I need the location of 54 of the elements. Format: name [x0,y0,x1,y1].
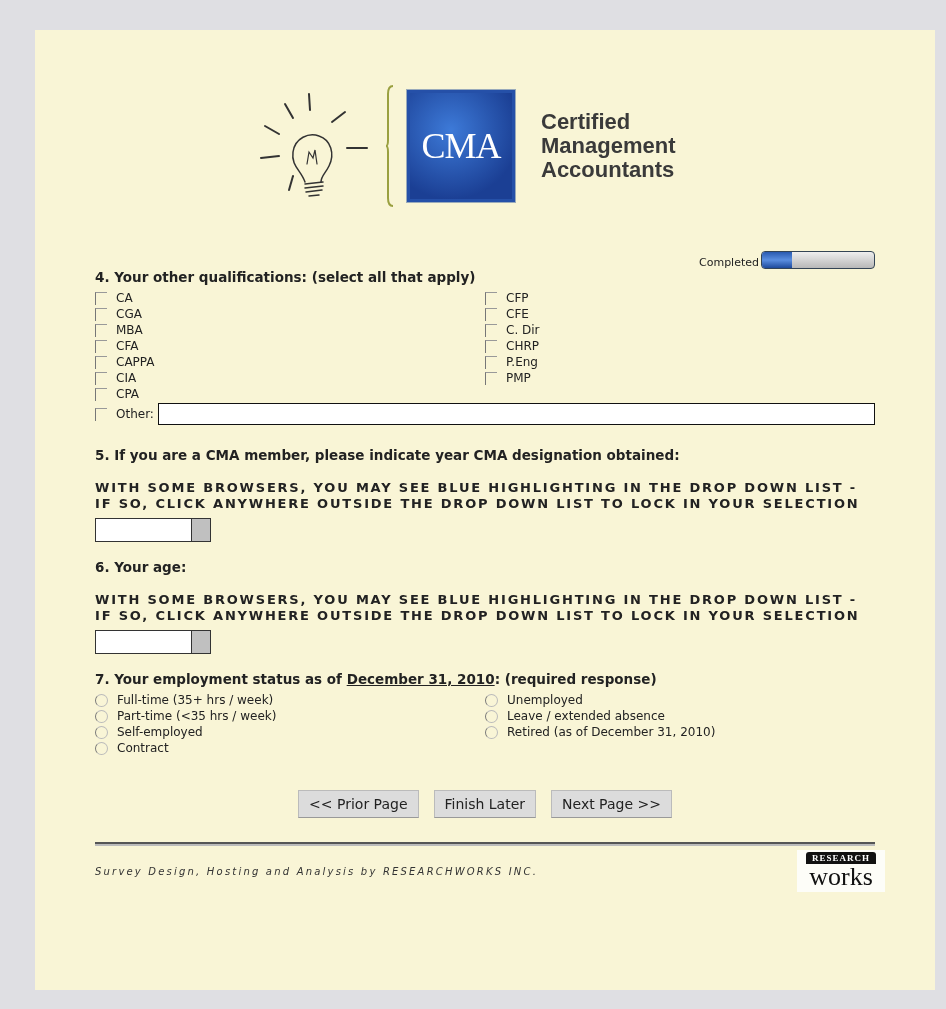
option-label: Retired (as of December 31, 2010) [507,725,716,739]
option-label: CFP [506,291,529,305]
option-label: Unemployed [507,693,583,707]
dropdown[interactable] [95,630,211,654]
instruction-text: WITH SOME BROWSERS, YOU MAY SEE BLUE HIGHLIGHTING IN THE DROP DOWN LIST - IF SO, CLICK ANYWHERE OUTSIDE THE DROP DOWN LIST TO LOCK IN YOUR SELECTION [95,480,861,512]
checkbox[interactable] [485,307,497,321]
option-label: CFE [506,307,529,321]
nav-button[interactable]: << Prior Page [298,790,419,818]
checkbox[interactable] [485,355,497,369]
checkbox[interactable] [485,339,497,353]
checkbox[interactable] [95,291,107,305]
cma-logo: CMA [407,90,515,202]
nav-button[interactable]: Next Page >> [551,790,672,818]
instruction-text: WITH SOME BROWSERS, YOU MAY SEE BLUE HIGHLIGHTING IN THE DROP DOWN LIST - IF SO, CLICK ANYWHERE OUTSIDE THE DROP DOWN LIST TO LOCK IN YOUR SELECTION [95,592,861,624]
option-label: Contract [117,741,169,755]
option-label: CIA [116,371,137,385]
option-label: C. Dir [506,323,540,337]
option-label: CAPPA [116,355,155,369]
logo-text: Management [541,134,676,158]
option-label: PMP [506,371,531,385]
option-label: CFA [116,339,139,353]
option-label: CHRP [506,339,539,353]
question-title: 4. Your other qualifications: (select all that apply) [95,268,477,286]
logo-text: Accountants [541,158,675,182]
checkbox[interactable] [95,407,107,421]
option-label: CGA [116,307,142,321]
dropdown[interactable] [95,518,211,542]
checkbox[interactable] [95,387,107,401]
option-label: CPA [116,387,140,401]
question-title: 6. Your age: [95,558,188,576]
option-label: Full-time (35+ hrs / week) [117,693,274,707]
option-label: Part-time (<35 hrs / week) [117,709,277,723]
logo-text: Certified [541,110,632,134]
question-title: 7. Your employment status as of December 31, 2010: (required response) [95,670,658,688]
checkbox[interactable] [485,371,497,385]
option-label: Self-employed [117,725,203,739]
checkbox[interactable] [485,291,497,305]
nav-button[interactable]: Finish Later [433,790,537,818]
progress-label: Completed [699,255,759,269]
option-label: P.Eng [506,355,538,369]
checkbox[interactable] [485,323,497,337]
footer-credit: Survey Design, Hosting and Analysis by RESEARCHWORKS INC. [95,865,539,877]
question-title: 5. If you are a CMA member, please indicate year CMA designation obtained: [95,446,681,464]
option-label: Leave / extended absence [507,709,665,723]
checkbox[interactable] [95,339,107,353]
input-field[interactable] [157,403,875,425]
checkbox[interactable] [95,371,107,385]
checkbox[interactable] [95,355,107,369]
option-label: CA [116,291,133,305]
option-label: Other: [116,407,154,421]
option-label: MBA [116,323,143,337]
checkbox[interactable] [95,307,107,321]
checkbox[interactable] [95,323,107,337]
researchworks-logo: RESEARCH works [797,850,885,892]
